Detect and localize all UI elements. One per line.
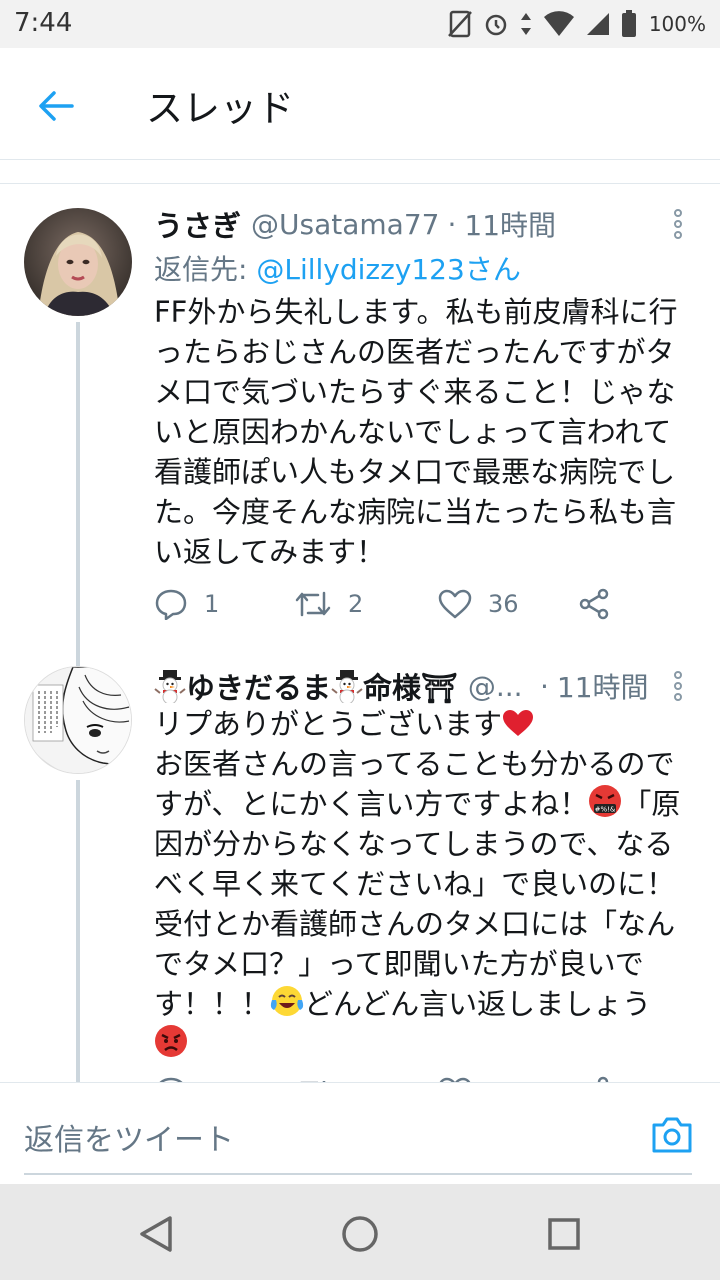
reply-icon [155, 589, 187, 620]
tweet[interactable]: うさぎ @Usatama77 · 11時間 返信先: @Lillydizzy12… [0, 184, 720, 654]
tweet-actions: 1 2 36 [154, 584, 634, 624]
snowman-icon [154, 670, 186, 703]
reply-to-mention[interactable]: @Lillydizzy123さん [256, 253, 520, 286]
tweet-header: うさぎ @Usatama77 · 11時間 [154, 204, 556, 244]
thread-line [76, 654, 80, 666]
like-count: 36 [488, 590, 519, 618]
like-button[interactable]: 36 [438, 584, 519, 624]
back-button[interactable] [30, 80, 82, 132]
reply-button[interactable] [154, 1072, 188, 1082]
camera-icon [652, 1117, 692, 1153]
svg-text:#%!&: #%!& [595, 806, 616, 814]
triangle-back-icon [140, 1216, 172, 1252]
reply-to-prefix: 返信先: [154, 253, 257, 286]
more-vertical-icon [674, 671, 682, 701]
circle-home-icon [342, 1216, 378, 1252]
separator-dot: · [540, 669, 549, 703]
display-name[interactable]: ゆきだるま [186, 666, 331, 706]
tweet-header: ゆきだるま 命様⛩ @... [154, 666, 530, 706]
share-button[interactable] [578, 584, 610, 624]
user-handle[interactable]: @Usatama77 [251, 208, 439, 241]
nav-back-button[interactable] [134, 1212, 178, 1256]
camera-button[interactable] [650, 1113, 694, 1157]
angry-face-icon [155, 1025, 187, 1057]
share-button[interactable] [578, 1072, 610, 1082]
avatar[interactable] [24, 666, 132, 774]
data-arrows-icon [520, 13, 531, 35]
tweet-time[interactable]: 11時間 [464, 204, 556, 244]
thread-line [76, 322, 80, 654]
status-bar: 7:44 100% [0, 0, 720, 48]
separator-dot: · [447, 207, 457, 241]
retweet-icon [295, 591, 331, 617]
tweet[interactable]: ゆきだるま 命様⛩ @... · 11時間 リプありがとうございます お医者さん… [0, 654, 720, 1082]
more-button[interactable] [666, 204, 690, 244]
red-heart-icon [503, 710, 534, 736]
thread-line [76, 780, 80, 1082]
battery-percent: 100% [648, 12, 706, 36]
like-button[interactable] [438, 1072, 472, 1082]
retweet-button[interactable]: 2 [294, 584, 363, 624]
more-button[interactable] [666, 666, 690, 706]
input-underline [24, 1173, 692, 1175]
tweet-text-part: どんどん言い返しましょう [304, 987, 652, 1021]
reply-composer: 返信をツイート [0, 1082, 720, 1184]
reply-to-line: 返信先: @Lillydizzy123さん [154, 248, 521, 288]
tweet-text: リプありがとうございます お医者さんの言ってることも分かるのですが、とにかく言い… [154, 704, 694, 1064]
tears-of-joy-icon [270, 986, 304, 1016]
share-icon [579, 588, 609, 620]
display-name[interactable]: うさぎ [154, 203, 241, 245]
wifi-icon [543, 11, 574, 37]
tweet-actions [154, 1072, 634, 1082]
no-sim-icon [447, 10, 472, 38]
avatar[interactable] [24, 208, 132, 316]
page-title: スレッド [146, 87, 294, 130]
nav-recents-button[interactable] [542, 1212, 586, 1256]
signal-icon [586, 13, 609, 35]
reply-button[interactable]: 1 [154, 584, 219, 624]
status-time: 7:44 [14, 8, 73, 38]
cursing-face-icon: #%!& [589, 785, 622, 817]
snowman-icon [331, 670, 363, 703]
more-vertical-icon [674, 209, 682, 239]
tweet-time-group: · 11時間 [532, 666, 649, 706]
display-name-suffix[interactable]: 命様⛩ [363, 666, 458, 706]
square-recents-icon [548, 1218, 580, 1250]
tweet-text-part: リプありがとうございます [154, 707, 503, 741]
status-icons: 100% [447, 8, 706, 40]
nav-home-button[interactable] [338, 1212, 382, 1256]
tweet-text-part: 「原因が分からなくなってしまうので、なるべく早く来てくださいね」で良いのに！受付… [154, 787, 681, 1021]
arrow-left-icon [39, 91, 74, 121]
app-header: スレッド [0, 48, 720, 160]
retweet-button[interactable] [294, 1072, 332, 1082]
retweet-count: 2 [348, 590, 364, 618]
battery-icon [621, 10, 636, 37]
alarm-icon [485, 14, 507, 36]
system-nav-bar [0, 1184, 720, 1280]
tweet-time[interactable]: 11時間 [557, 666, 649, 706]
user-handle[interactable]: @... [468, 670, 523, 703]
tweet-text: FF外から失礼します。私も前皮膚科に行ったらおじさんの医者だったんですがタメ口で… [154, 295, 678, 569]
reply-count: 1 [204, 590, 220, 618]
reply-input[interactable]: 返信をツイート [24, 1115, 234, 1159]
heart-icon [438, 589, 472, 619]
